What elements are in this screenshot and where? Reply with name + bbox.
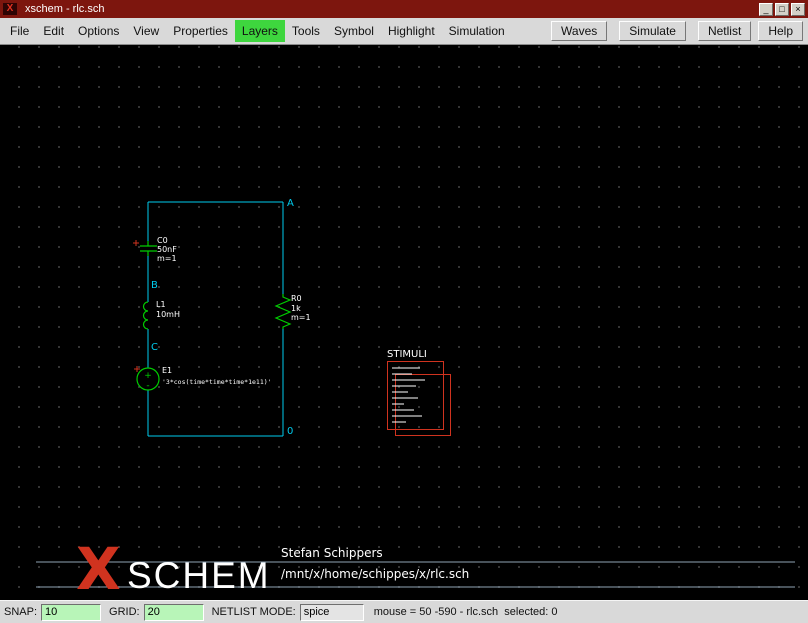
net-label-b[interactable]: B bbox=[151, 280, 158, 291]
net-label-a[interactable]: A bbox=[287, 198, 294, 209]
menu-highlight[interactable]: Highlight bbox=[381, 20, 442, 42]
stimuli-label: STIMULI bbox=[387, 349, 427, 360]
stimuli-box-back bbox=[396, 375, 451, 436]
waves-button[interactable]: Waves bbox=[551, 21, 607, 41]
minimize-button[interactable]: _ bbox=[759, 3, 773, 16]
source-plus-mark bbox=[134, 366, 140, 372]
capacitor-plus-mark bbox=[133, 240, 139, 246]
source-plus-sign: + bbox=[144, 371, 152, 381]
netlist-mode-input[interactable] bbox=[300, 604, 364, 621]
xschem-logo: X SCHEM bbox=[76, 535, 271, 600]
netlist-mode-label: NETLIST MODE: bbox=[212, 606, 296, 618]
status-text: mouse = 50 -590 - rlc.sch selected: 0 bbox=[374, 606, 558, 618]
titlebar[interactable]: X xschem - rlc.sch _ □ × bbox=[0, 0, 808, 18]
capacitor-ref: C0 bbox=[157, 236, 168, 245]
resistor-mult: m=1 bbox=[291, 313, 311, 322]
menu-symbol[interactable]: Symbol bbox=[327, 20, 381, 42]
source-minus-sign: - bbox=[146, 381, 149, 391]
inductor-symbol[interactable]: L1 10mH bbox=[144, 300, 181, 329]
window-controls: _ □ × bbox=[759, 3, 805, 16]
maximize-button[interactable]: □ bbox=[775, 3, 789, 16]
statusbar: SNAP: GRID: NETLIST MODE: mouse = 50 -59… bbox=[0, 600, 808, 623]
close-button[interactable]: × bbox=[791, 3, 805, 16]
logo-schem-text: SCHEM bbox=[127, 555, 271, 596]
menu-properties[interactable]: Properties bbox=[166, 20, 235, 42]
net-label-c[interactable]: C bbox=[151, 342, 158, 353]
circuit-wires[interactable] bbox=[148, 202, 283, 436]
resistor-ref: R0 bbox=[291, 294, 302, 303]
snap-label: SNAP: bbox=[4, 606, 37, 618]
capacitor-symbol[interactable]: C0 50nF m=1 bbox=[133, 236, 177, 263]
menu-view[interactable]: View bbox=[126, 20, 166, 42]
help-button[interactable]: Help bbox=[758, 21, 803, 41]
grid-label: GRID: bbox=[109, 606, 140, 618]
source-ref: E1 bbox=[162, 366, 172, 375]
menu-edit[interactable]: Edit bbox=[36, 20, 71, 42]
window-title: xschem - rlc.sch bbox=[25, 3, 104, 15]
xschem-window: X xschem - rlc.sch _ □ × File Edit Optio… bbox=[0, 0, 808, 623]
resistor-symbol[interactable]: R0 1k m=1 bbox=[276, 294, 311, 329]
stimuli-block[interactable]: STIMULI bbox=[387, 349, 451, 436]
capacitor-value: 50nF bbox=[157, 245, 177, 254]
author-text: Stefan Schippers bbox=[281, 546, 383, 560]
netlist-button[interactable]: Netlist bbox=[698, 21, 751, 41]
resistor-value: 1k bbox=[291, 304, 301, 313]
title-block: Stefan Schippers /mnt/x/home/schippes/x/… bbox=[36, 535, 795, 600]
snap-input[interactable] bbox=[41, 604, 101, 621]
app-icon: X bbox=[3, 3, 17, 15]
grid-input[interactable] bbox=[144, 604, 204, 621]
schematic-path-text: /mnt/x/home/schippes/x/rlc.sch bbox=[281, 567, 469, 581]
stimuli-code-lines bbox=[392, 368, 425, 422]
inductor-value: 10mH bbox=[156, 310, 180, 319]
capacitor-mult: m=1 bbox=[157, 254, 177, 263]
menubar: File Edit Options View Properties Layers… bbox=[0, 18, 808, 45]
voltage-source-symbol[interactable]: + - E1 '3*cos(time*time*time*1e11)' bbox=[134, 366, 272, 391]
net-label-0[interactable]: 0 bbox=[287, 426, 293, 437]
logo-x: X bbox=[76, 535, 121, 600]
menu-options[interactable]: Options bbox=[71, 20, 126, 42]
menu-tools[interactable]: Tools bbox=[285, 20, 327, 42]
simulate-button[interactable]: Simulate bbox=[619, 21, 686, 41]
menu-layers[interactable]: Layers bbox=[235, 20, 285, 42]
menu-file[interactable]: File bbox=[3, 20, 36, 42]
schematic-canvas[interactable]: C0 50nF m=1 L1 10mH + - E1 '3*cos(time*t… bbox=[0, 45, 808, 600]
inductor-ref: L1 bbox=[156, 300, 166, 309]
source-value: '3*cos(time*time*time*1e11)' bbox=[162, 378, 272, 386]
menu-simulation[interactable]: Simulation bbox=[442, 20, 512, 42]
